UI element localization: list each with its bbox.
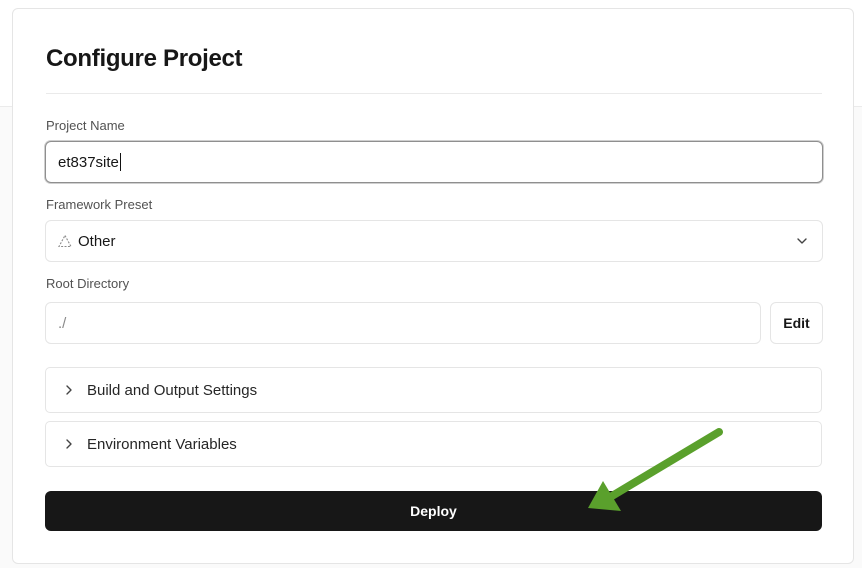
root-directory-input[interactable]: ./ — [45, 302, 761, 344]
root-directory-label: Root Directory — [46, 276, 130, 291]
project-name-input[interactable]: et837site — [45, 141, 823, 183]
project-name-label: Project Name — [46, 118, 125, 133]
root-directory-value: ./ — [58, 314, 67, 332]
build-output-settings-label: Build and Output Settings — [87, 381, 258, 399]
triangle-outline-icon — [58, 234, 72, 248]
framework-preset-select[interactable]: Other — [45, 220, 823, 262]
edit-root-directory-button[interactable]: Edit — [770, 302, 823, 344]
chevron-down-icon — [797, 238, 807, 244]
page-title: Configure Project — [46, 45, 243, 72]
project-name-value: et837site — [58, 153, 119, 171]
configure-project-card: Configure Project Project Name et837site… — [12, 8, 854, 564]
environment-variables-label: Environment Variables — [87, 435, 237, 453]
title-divider — [46, 93, 822, 94]
deploy-button[interactable]: Deploy — [45, 491, 822, 531]
framework-preset-value: Other — [78, 232, 116, 250]
environment-variables-accordion[interactable]: Environment Variables — [45, 421, 822, 467]
framework-preset-label: Framework Preset — [46, 197, 153, 212]
text-caret — [119, 153, 121, 171]
chevron-right-icon — [66, 385, 72, 395]
build-output-settings-accordion[interactable]: Build and Output Settings — [45, 367, 822, 413]
chevron-right-icon — [66, 439, 72, 449]
